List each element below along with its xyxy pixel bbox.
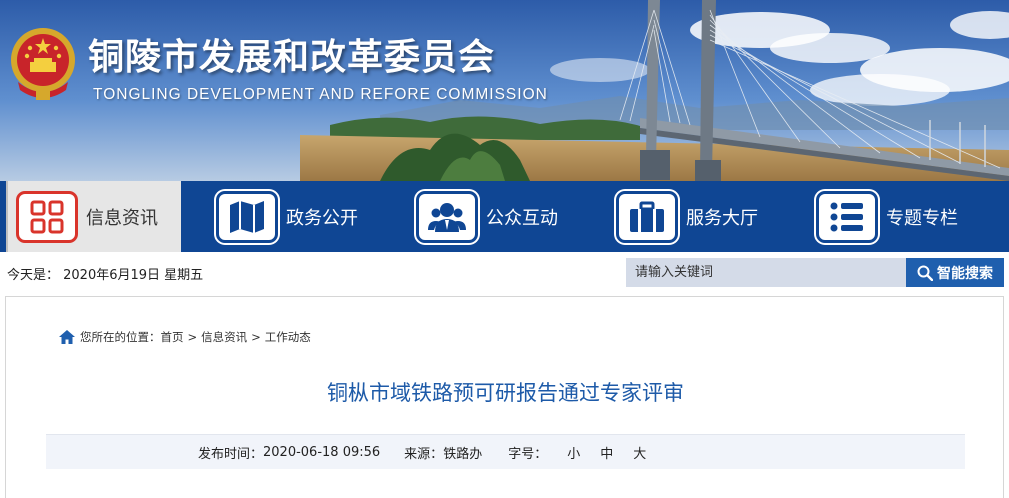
breadcrumb-work-news-link[interactable]: 工作动态: [265, 329, 311, 345]
site-subtitle: TONGLING DEVELOPMENT AND REFORE COMMISSI…: [93, 86, 548, 103]
font-size-large-button[interactable]: 大: [633, 443, 646, 462]
nav-item-government-affairs[interactable]: 政务公开: [216, 181, 358, 252]
nav-item-service-hall[interactable]: 服务大厅: [616, 181, 758, 252]
grid-icon: [16, 190, 78, 243]
home-icon: [58, 329, 76, 345]
breadcrumb-prefix: 您所在的位置：: [80, 330, 161, 344]
breadcrumb: 您所在的位置： 首页 > 信息资讯 > 工作动态: [58, 329, 311, 345]
article-panel: 您所在的位置： 首页 > 信息资讯 > 工作动态 铜枞市域铁路预可研报告通过专家…: [5, 296, 1004, 498]
people-icon: [416, 190, 478, 243]
list-icon: [816, 190, 878, 243]
current-date: 今天是： 2020年6月19日 星期五: [7, 268, 204, 283]
nav-item-news[interactable]: 信息资讯: [6, 181, 181, 252]
publish-time: 2020-06-18 09:56: [263, 444, 381, 460]
search-icon: [917, 265, 933, 281]
breadcrumb-home-link[interactable]: 首页: [161, 329, 184, 345]
site-banner: 铜陵市发展和改革委员会 TONGLING DEVELOPMENT AND REF…: [0, 0, 1009, 181]
source-label: 来源：: [404, 446, 444, 462]
nav-label: 政务公开: [286, 207, 358, 229]
article-title: 铜枞市域铁路预可研报告通过专家评审: [327, 381, 684, 405]
briefcase-icon: [616, 190, 678, 243]
breadcrumb-separator: >: [251, 330, 261, 344]
nav-label: 专题专栏: [886, 207, 958, 229]
national-emblem-logo: [11, 28, 75, 100]
source-value: 铁路办: [443, 446, 483, 462]
main-nav: 信息资讯 政务公开 公众互动 服务大厅 专题专栏: [0, 181, 1009, 252]
nav-item-public-interaction[interactable]: 公众互动: [416, 181, 558, 252]
font-size-small-button[interactable]: 小: [567, 443, 580, 462]
font-size-label: 字号：: [508, 446, 548, 462]
publish-time-label: 发布时间：: [198, 446, 264, 462]
breadcrumb-separator: >: [187, 330, 198, 344]
nav-item-special-topics[interactable]: 专题专栏: [816, 181, 958, 252]
search-input[interactable]: [626, 258, 906, 287]
site-title: 铜陵市发展和改革委员会: [88, 37, 496, 78]
map-icon: [216, 190, 278, 243]
article-meta-bar: 发布时间： 2020-06-18 09:56 来源： 铁路办 字号： 小 中 大: [46, 434, 965, 469]
font-size-medium-button[interactable]: 中: [600, 443, 613, 462]
search-button[interactable]: 智能搜索: [906, 258, 1004, 287]
nav-label: 服务大厅: [686, 207, 758, 229]
nav-label: 公众互动: [486, 207, 558, 229]
search-button-label: 智能搜索: [937, 265, 993, 282]
breadcrumb-news-link[interactable]: 信息资讯: [201, 329, 247, 345]
nav-label: 信息资讯: [86, 207, 158, 229]
